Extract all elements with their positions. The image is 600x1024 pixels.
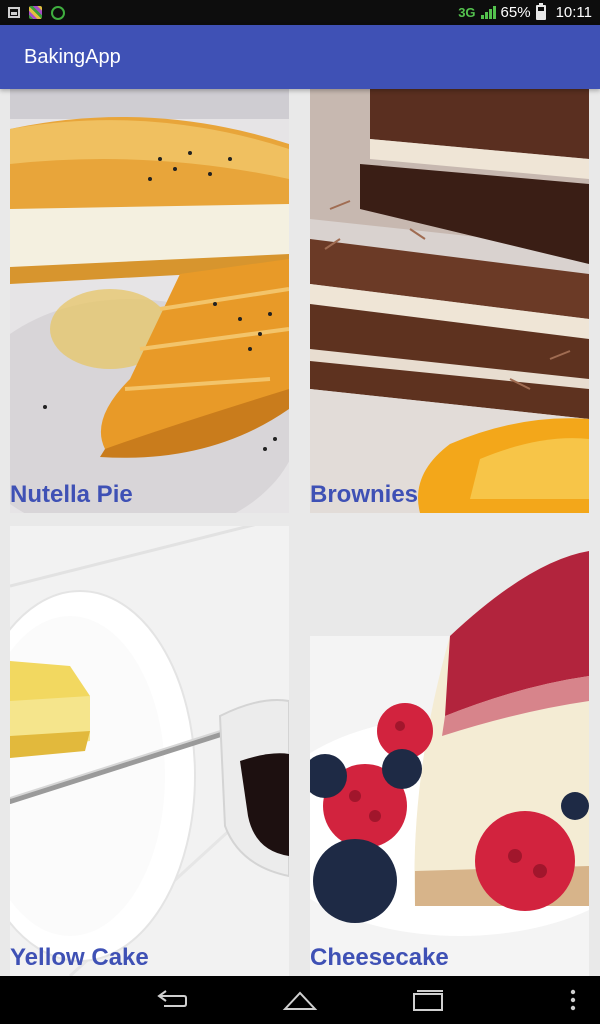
app-notification-icon bbox=[51, 5, 65, 20]
recipe-card-yellow-cake[interactable]: Yellow Cake bbox=[10, 526, 289, 976]
clock: 10:11 bbox=[555, 4, 592, 21]
navigation-bar bbox=[0, 976, 600, 1024]
recipe-card-nutella-pie[interactable]: Nutella Pie bbox=[10, 89, 289, 513]
recipe-name: Cheesecake bbox=[310, 944, 449, 971]
system-indicators: 3G 65% 10:11 bbox=[458, 3, 592, 21]
notification-icons bbox=[8, 5, 65, 20]
raspberry-cheesecake-photo bbox=[310, 526, 589, 976]
overflow-menu-icon[interactable] bbox=[566, 988, 580, 1012]
app-bar: BakingApp bbox=[0, 25, 600, 89]
battery-percent: 65% bbox=[500, 4, 531, 21]
recent-apps-icon[interactable] bbox=[410, 988, 446, 1012]
recipe-name: Nutella Pie bbox=[10, 481, 133, 508]
network-type: 3G bbox=[458, 5, 476, 20]
recipe-name: Brownies bbox=[310, 481, 419, 508]
recipe-card-cheesecake[interactable]: Cheesecake bbox=[310, 526, 589, 976]
back-icon[interactable] bbox=[154, 988, 190, 1012]
recipe-grid[interactable]: Nutella Pie Brownies Yellow Cake Cheesec… bbox=[0, 89, 600, 976]
phyllo-pie-photo bbox=[10, 89, 289, 513]
app-title: BakingApp bbox=[24, 45, 121, 68]
layered-chocolate-cake-photo bbox=[310, 89, 589, 513]
recipe-card-brownies[interactable]: Brownies bbox=[310, 89, 589, 513]
status-bar: 3G 65% 10:11 bbox=[0, 0, 600, 25]
signal-icon bbox=[480, 6, 496, 19]
recipe-name: Yellow Cake bbox=[10, 944, 149, 971]
home-icon[interactable] bbox=[282, 988, 318, 1012]
image-notification-icon bbox=[29, 6, 42, 19]
cake-slice-on-plate-photo bbox=[10, 526, 289, 976]
message-icon bbox=[8, 7, 20, 18]
battery-icon bbox=[535, 3, 546, 20]
